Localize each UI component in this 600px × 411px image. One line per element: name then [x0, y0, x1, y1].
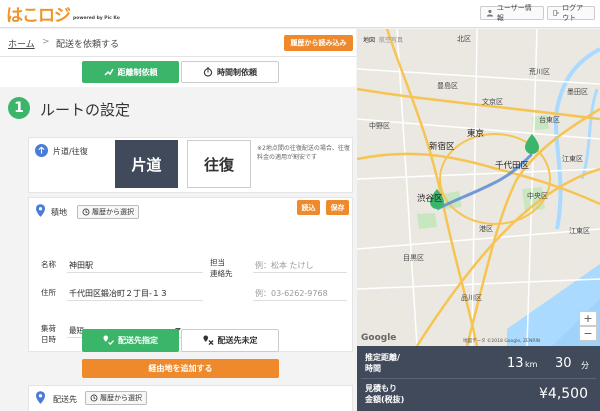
logo-text: はこロジ: [6, 6, 71, 26]
map-label: 新宿区: [429, 142, 455, 152]
zoom-in-button[interactable]: +: [579, 311, 597, 326]
load-from-history-button[interactable]: 履歴から読み込み: [284, 35, 353, 51]
map-copyright: 地図データ ©2018 Google, ZENRIN: [463, 339, 541, 344]
map-label: 千代田区: [495, 161, 530, 171]
map-label: 中央区: [527, 192, 548, 200]
stopwatch-icon: [203, 67, 213, 77]
add-waypoint-button[interactable]: 経由地を追加する: [82, 359, 279, 378]
pin-check-icon: [103, 335, 114, 346]
address-field[interactable]: 千代田区鍛冶町２丁目-１３: [69, 288, 168, 299]
user-icon: [486, 9, 494, 17]
map-label: 北区: [457, 35, 471, 43]
logout-icon: [553, 10, 559, 16]
chart-line-icon: [103, 68, 114, 76]
map-label: 文京区: [482, 98, 503, 106]
distance-mode-button[interactable]: 距離制依頼: [82, 61, 179, 83]
map-label: 目黒区: [403, 254, 424, 262]
map-label: 江東区: [562, 155, 583, 163]
map-pin-icon: [36, 391, 45, 404]
logout-label: ログアウト: [562, 4, 584, 22]
route-map[interactable]: 地図 航空写真 北区 荒川区 墨田区 豊島区 文京区 台東区 中野区 東京 新宿…: [357, 29, 600, 346]
roundtrip-note: ※2地点間の往復配送の場合、往復料金の適用が割安です: [257, 145, 350, 161]
contact-phone-field[interactable]: 例：03-6262-9768: [255, 288, 328, 299]
history-icon: [90, 394, 98, 402]
map-label: 中野区: [369, 122, 390, 130]
estimate-summary: 推定距離/ 時間 13 km 30 分 見積もり 金額(税抜) ¥4,500: [357, 346, 600, 411]
map-tab-satellite[interactable]: 航空写真: [379, 35, 403, 44]
pickup-history-button[interactable]: 履歴から選択: [77, 205, 139, 219]
map-label: 品川区: [461, 294, 482, 302]
google-logo: Google: [361, 333, 397, 343]
map-label: 豊島区: [437, 82, 458, 90]
destination-label: 配送先: [53, 395, 77, 404]
request-form-panel: ホーム > 配送を依頼する 履歴から読み込み 距離制依頼 時間制依頼 1 ルート…: [0, 29, 356, 411]
time-value: 30: [555, 356, 572, 371]
pickup-load-button[interactable]: 読込: [297, 200, 320, 215]
roundtrip-icon: [35, 144, 48, 157]
distance-value: 13: [507, 356, 524, 371]
app-logo[interactable]: はこロジ powered by Pic Ko: [6, 5, 120, 25]
breadcrumb-current: 配送を依頼する: [56, 40, 120, 50]
step-title: ルートの設定: [40, 101, 131, 119]
destination-unspecified-button[interactable]: 配送先未定: [181, 329, 279, 352]
trip-type-label: 片道/往復: [53, 147, 88, 156]
map-label: 江東区: [569, 227, 590, 235]
name-field-label: 名称: [41, 260, 56, 269]
name-field[interactable]: 神田駅: [69, 260, 93, 271]
map-label: 渋谷区: [417, 194, 443, 204]
destination-history-button[interactable]: 履歴から選択: [85, 391, 147, 405]
logout-button[interactable]: ログアウト: [547, 4, 595, 22]
history-icon: [82, 208, 90, 216]
time-mode-label: 時間制依頼: [217, 67, 257, 77]
trip-type-card: 片道/往復 片道 往復 ※2地点間の往復配送の場合、往復料金の適用が割安です: [28, 137, 353, 193]
pickup-label: 積地: [51, 208, 67, 217]
map-pin-icon: [36, 204, 45, 217]
destination-unspecified-label: 配送先未定: [217, 336, 258, 345]
map-label: 荒川区: [529, 68, 550, 76]
price-label-2: 金額(税抜): [365, 395, 405, 404]
request-mode-bar: 距離制依頼 時間制依頼: [0, 57, 356, 87]
map-label: 墨田区: [567, 88, 588, 96]
destination-specified-button[interactable]: 配送先指定: [82, 329, 179, 352]
breadcrumb: ホーム > 配送を依頼する 履歴から読み込み: [0, 29, 356, 57]
address-field-label: 住所: [41, 288, 56, 297]
user-info-label: ユーザー情報: [496, 4, 532, 22]
pin-cross-icon: [202, 335, 214, 346]
distance-mode-label: 距離制依頼: [117, 67, 158, 77]
destination-specified-label: 配送先指定: [118, 336, 158, 345]
contact-label-1: 担当: [210, 258, 225, 267]
zoom-out-button[interactable]: −: [579, 326, 597, 341]
distance-unit: km: [525, 360, 538, 369]
contact-name-field[interactable]: 例：松本 たけし: [255, 260, 314, 271]
distance-label-1: 推定距離/: [365, 353, 400, 362]
map-tab-map[interactable]: 地図: [363, 35, 375, 44]
time-mode-button[interactable]: 時間制依頼: [181, 61, 279, 83]
pickup-save-button[interactable]: 保存: [326, 200, 349, 215]
map-label: 台東区: [539, 116, 560, 124]
step-number: 1: [8, 97, 30, 119]
contact-label-2: 連絡先: [210, 269, 233, 278]
roundtrip-button[interactable]: 往復: [187, 140, 251, 188]
distance-label-2: 時間: [365, 364, 381, 373]
breadcrumb-separator: >: [42, 37, 50, 47]
breadcrumb-home-link[interactable]: ホーム: [8, 37, 35, 50]
top-bar: はこロジ powered by Pic Ko ユーザー情報 ログアウト: [0, 0, 600, 28]
pickup-time-label-1: 集荷: [41, 324, 56, 333]
pickup-time-label-2: 日時: [41, 335, 56, 344]
pickup-history-label: 履歴から選択: [92, 208, 134, 216]
oneway-button[interactable]: 片道: [115, 140, 178, 188]
map-label: 東京: [467, 129, 485, 139]
map-label: 港区: [479, 225, 493, 233]
time-unit: 分: [581, 361, 589, 370]
user-info-button[interactable]: ユーザー情報: [480, 4, 544, 22]
destination-history-label: 履歴から選択: [100, 394, 142, 402]
destination-card: 配送先 履歴から選択: [28, 385, 353, 411]
logo-sub: powered by Pic Ko: [73, 16, 120, 21]
price-value: ¥4,500: [539, 386, 588, 402]
price-label-1: 見積もり: [365, 384, 397, 393]
